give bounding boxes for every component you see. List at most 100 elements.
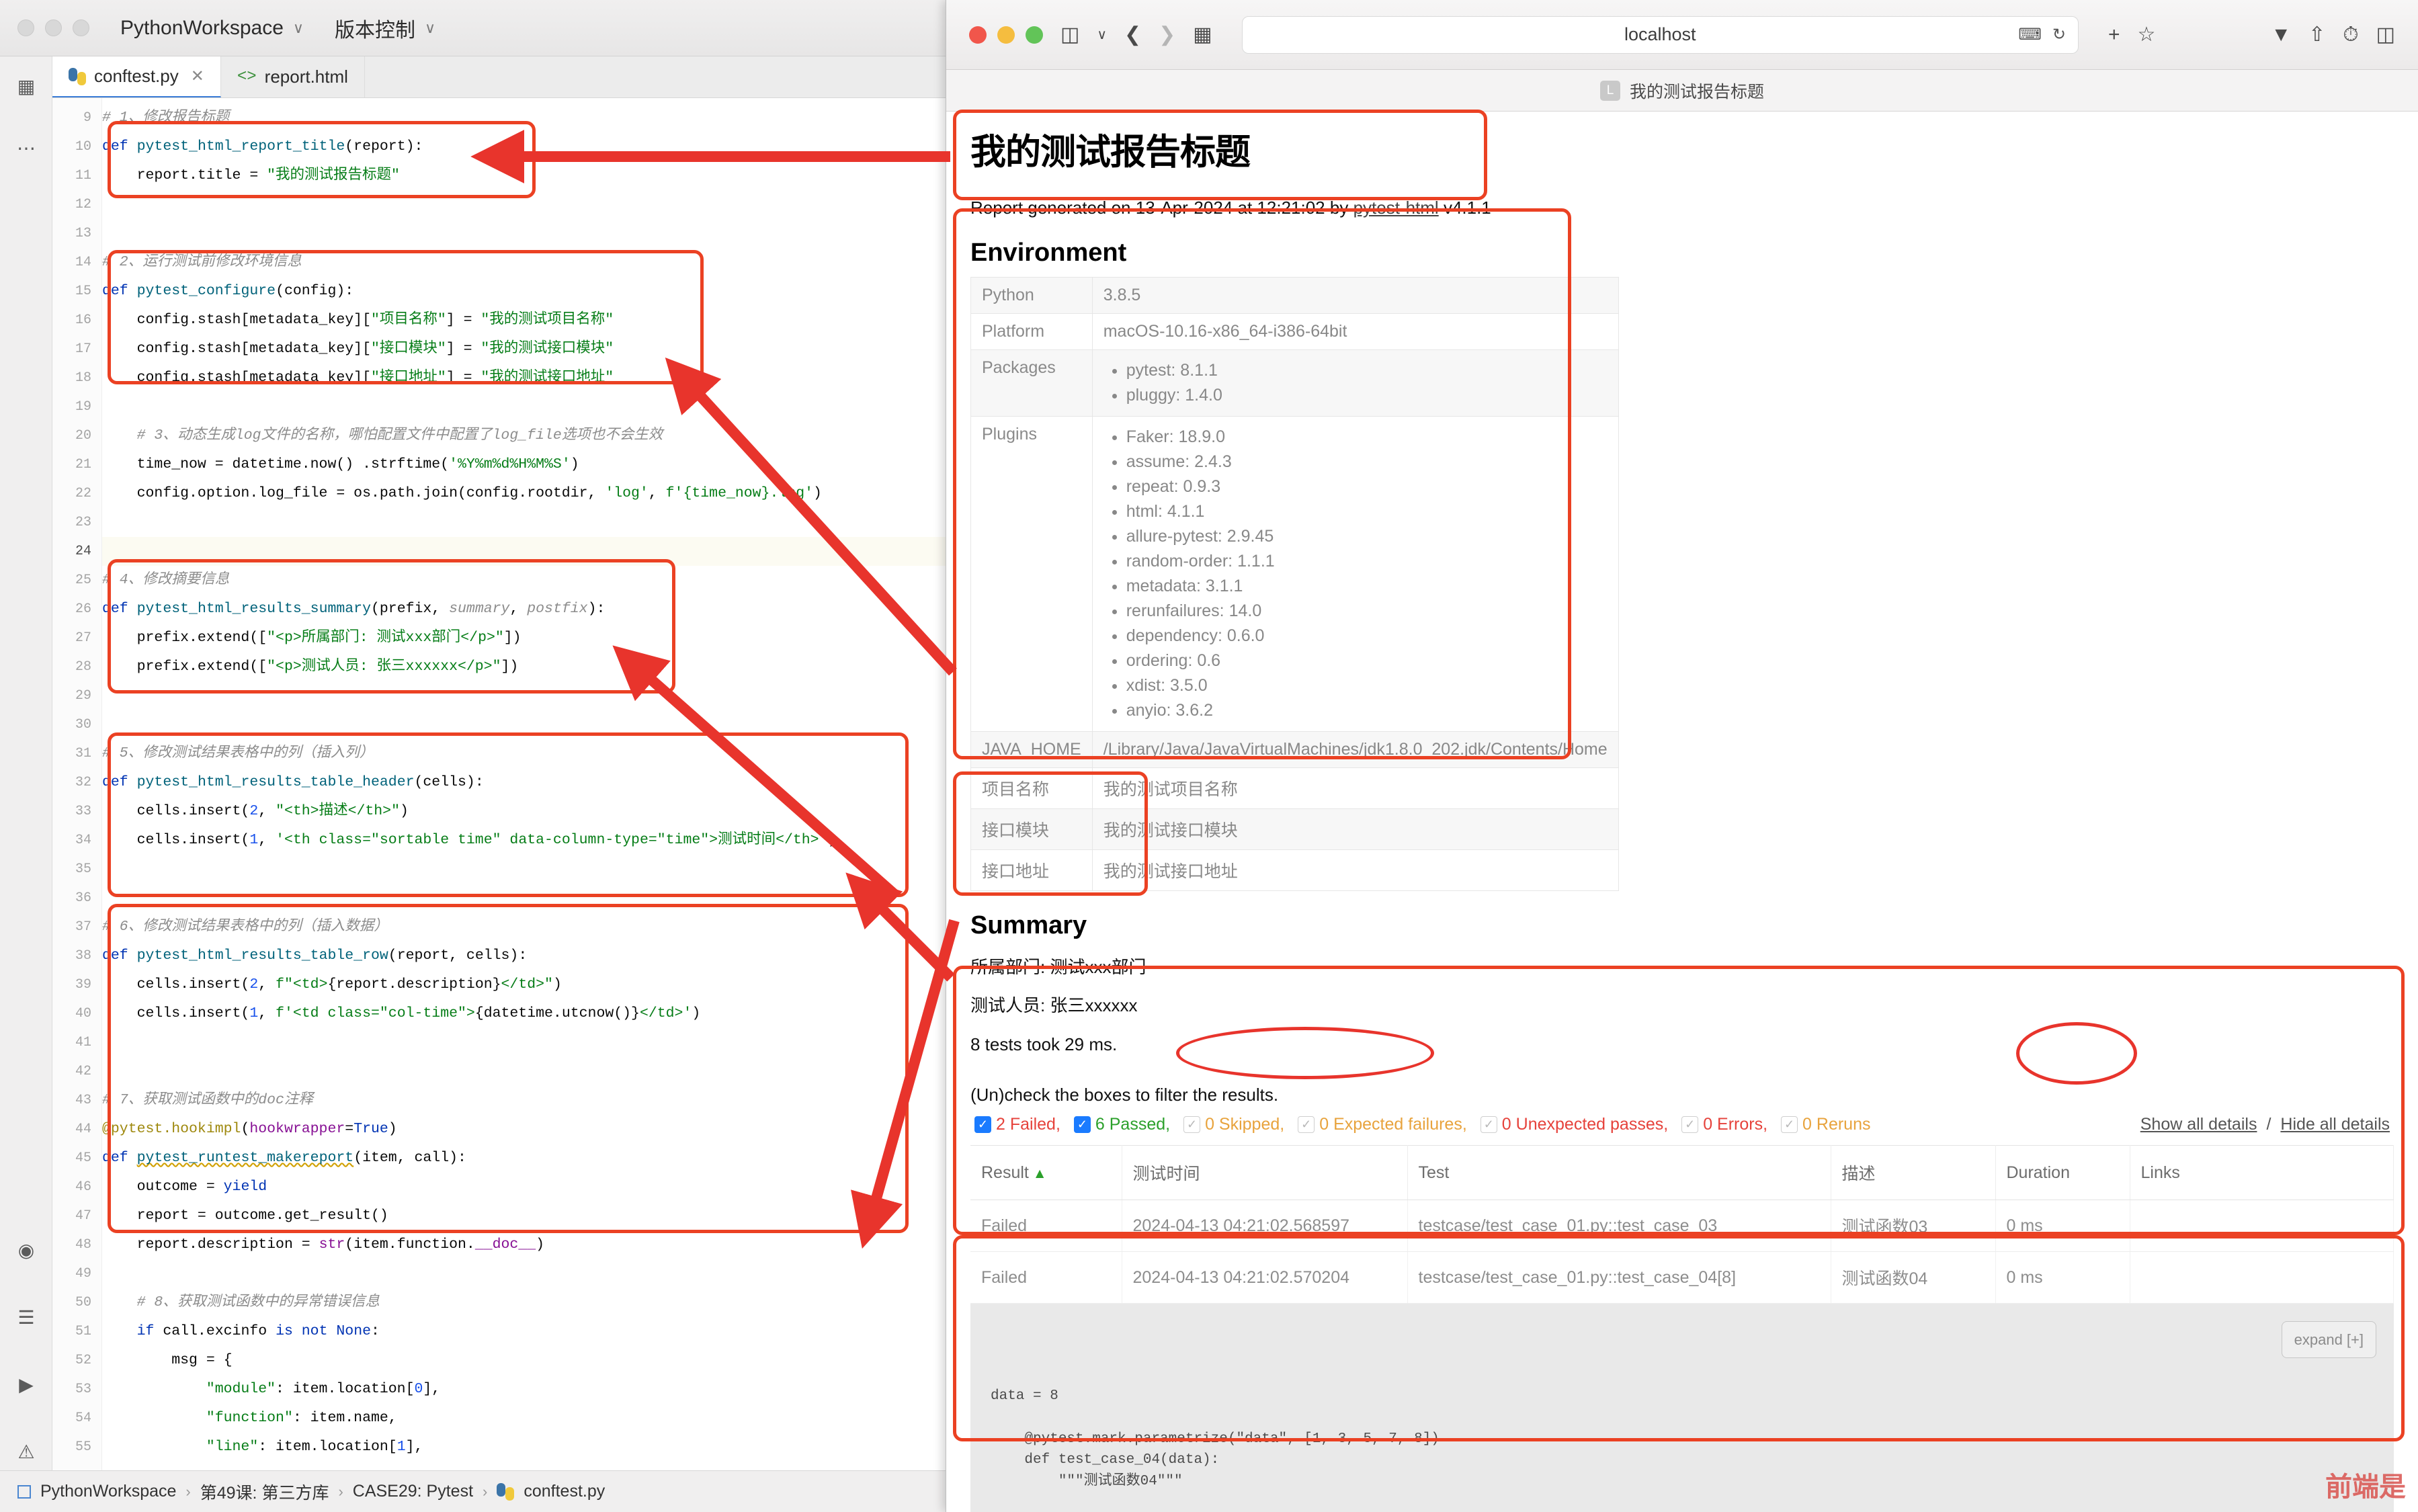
filter-item[interactable]: ✓ 0 Skipped, xyxy=(1183,1115,1284,1134)
project-files-icon[interactable]: ▦ xyxy=(15,75,38,98)
browser-tab-title[interactable]: 我的测试报告标题 xyxy=(1630,79,1764,103)
code-line[interactable]: # 1、修改报告标题 xyxy=(102,103,229,132)
browser-close-icon[interactable] xyxy=(969,26,987,44)
filter-checkbox[interactable]: ✓ xyxy=(1480,1116,1497,1133)
code-line[interactable]: def pytest_html_results_table_row(report… xyxy=(102,941,527,970)
new-tab-icon[interactable]: + xyxy=(2108,24,2120,45)
filter-item[interactable]: ✓ 0 Unexpected passes, xyxy=(1480,1115,1668,1134)
filter-item[interactable]: ✓ 2 Failed, xyxy=(974,1115,1060,1134)
filter-checkbox[interactable]: ✓ xyxy=(974,1116,991,1133)
code-line[interactable]: outcome = yield xyxy=(102,1173,267,1202)
code-line[interactable]: config.stash[metadata_key]["接口模块"] = "我的… xyxy=(102,335,614,364)
details-toggles[interactable]: Show all details / Hide all details xyxy=(2140,1115,2390,1134)
filter-item[interactable]: ✓ 0 Expected failures, xyxy=(1298,1115,1467,1134)
ide-minimize-icon[interactable] xyxy=(45,19,62,36)
column-header[interactable]: Test xyxy=(1407,1145,1831,1200)
code-line[interactable]: def pytest_configure(config): xyxy=(102,277,353,306)
code-line[interactable]: "line": item.location[1], xyxy=(102,1433,423,1462)
code-content[interactable]: # 1、修改报告标题 def pytest_html_report_title(r… xyxy=(102,98,952,1470)
ide-close-icon[interactable] xyxy=(17,19,34,36)
column-header[interactable]: 描述 xyxy=(1831,1145,1996,1200)
code-line[interactable]: msg = { xyxy=(102,1346,232,1375)
column-header[interactable]: Links xyxy=(2130,1145,2394,1200)
breadcrumb-1[interactable]: 第49课: 第三方库 xyxy=(200,1480,329,1504)
code-line[interactable]: cells.insert(1, '<th class="sortable tim… xyxy=(102,826,837,855)
filter-checkbox[interactable]: ✓ xyxy=(1183,1116,1201,1133)
code-line[interactable]: # 7、获取测试函数中的doc注释 xyxy=(102,1086,313,1115)
code-line[interactable]: config.stash[metadata_key]["接口地址"] = "我的… xyxy=(102,364,614,392)
editor-tab-report[interactable]: <> report.html xyxy=(221,56,365,97)
table-row[interactable]: Failed 2024-04-13 04:21:02.570204 testcase… xyxy=(970,1251,2394,1304)
code-line[interactable]: cells.insert(2, "<th>描述</th>") xyxy=(102,797,409,826)
breadcrumb-2[interactable]: CASE29: Pytest xyxy=(353,1482,473,1501)
close-icon[interactable]: ✕ xyxy=(191,67,204,86)
code-line[interactable]: # 5、修改测试结果表格中的列（插入列） xyxy=(102,739,374,768)
run-icon[interactable]: ▶ xyxy=(15,1374,38,1396)
code-line[interactable]: # 4、修改摘要信息 xyxy=(102,566,229,595)
database-icon[interactable]: ☰ xyxy=(15,1306,38,1329)
code-line[interactable]: report.description = str(item.function._… xyxy=(102,1230,544,1259)
address-bar[interactable]: localhost ⌨ ↻ xyxy=(1241,15,2079,54)
code-line[interactable]: report.title = "我的测试报告标题" xyxy=(102,161,400,190)
breadcrumb-0[interactable]: PythonWorkspace xyxy=(40,1482,176,1501)
code-line[interactable]: config.option.log_file = os.path.join(co… xyxy=(102,479,822,508)
code-line[interactable]: # 3、动态生成log文件的名称，哪怕配置文件中配置了log_file选项也不会… xyxy=(102,421,663,450)
code-line[interactable]: def pytest_html_report_title(report): xyxy=(102,132,423,161)
code-line[interactable]: config.stash[metadata_key]["项目名称"] = "我的… xyxy=(102,306,614,335)
code-line[interactable]: "function": item.name, xyxy=(102,1404,397,1433)
more-options-icon[interactable]: ⋯ xyxy=(15,137,38,160)
back-icon[interactable]: ❮ xyxy=(1124,24,1141,45)
problems-icon[interactable]: ⚠ xyxy=(15,1441,38,1464)
history-icon[interactable]: ⏱ xyxy=(2343,24,2358,45)
code-line[interactable]: prefix.extend(["<p>测试人员: 张三xxxxxx</p>"]) xyxy=(102,653,519,681)
browser-maximize-icon[interactable] xyxy=(1026,26,1043,44)
code-line[interactable]: # 8、获取测试函数中的异常错误信息 xyxy=(102,1288,380,1317)
code-line[interactable]: # 6、修改测试结果表格中的列（插入数据） xyxy=(102,913,388,941)
code-line[interactable]: def pytest_runtest_makereport(item, call… xyxy=(102,1144,466,1173)
filter-item[interactable]: ✓ 0 Reruns xyxy=(1781,1115,1871,1134)
code-line[interactable]: def pytest_html_results_table_header(cel… xyxy=(102,768,484,797)
forward-icon[interactable]: ❯ xyxy=(1159,24,1175,45)
filter-checkbox[interactable]: ✓ xyxy=(1073,1116,1091,1133)
code-line[interactable]: cells.insert(1, f'<td class="col-time">{… xyxy=(102,999,701,1028)
column-header[interactable]: Duration xyxy=(1995,1145,2130,1200)
browser-tabbar[interactable]: L 我的测试报告标题 xyxy=(946,70,2418,112)
code-line[interactable]: time_now = datetime.now() .strftime('%Y%… xyxy=(102,450,579,479)
filter-item[interactable]: ✓ 6 Passed, xyxy=(1073,1115,1170,1134)
project-selector[interactable]: PythonWorkspace ∨ xyxy=(120,17,304,40)
pytest-html-link[interactable]: pytest-html xyxy=(1353,198,1439,218)
code-line[interactable]: # 2、运行测试前修改环境信息 xyxy=(102,248,302,277)
ide-left-toolbar[interactable]: ▦ ⋯ ◉ ☰ ▶ ⚠ ⚭ xyxy=(0,56,52,1493)
reload-icon[interactable]: ↻ xyxy=(2052,25,2066,44)
filter-checkbox[interactable]: ✓ xyxy=(1681,1116,1699,1133)
code-line[interactable]: prefix.extend(["<p>所属部门: 测试xxx部门</p>"]) xyxy=(102,624,522,653)
code-editor[interactable]: # 1、修改报告标题 def pytest_html_report_title(r… xyxy=(52,98,952,1470)
code-line[interactable]: @pytest.hookimpl(hookwrapper=True) xyxy=(102,1115,397,1144)
breadcrumb-3[interactable]: conftest.py xyxy=(524,1482,605,1501)
translate-icon[interactable]: ⌨ xyxy=(2018,25,2042,44)
results-table[interactable]: Result ▲ 测试时间 Test 描述 Duration Links Failed 20… xyxy=(970,1145,2394,1304)
hide-all-details-link[interactable]: Hide all details xyxy=(2280,1115,2390,1134)
chevron-down-icon[interactable]: ∨ xyxy=(1097,28,1107,42)
filter-checkbox[interactable]: ✓ xyxy=(1781,1116,1798,1133)
column-header[interactable]: Result ▲ xyxy=(970,1145,1122,1200)
filter-bar[interactable]: ✓ 2 Failed, ✓ 6 Passed, ✓ 0 Skipped, ✓ 0 Expect… xyxy=(970,1105,2394,1145)
filter-item[interactable]: ✓ 0 Errors, xyxy=(1681,1115,1767,1134)
code-line[interactable]: if call.excinfo is not None: xyxy=(102,1317,380,1346)
code-line[interactable]: "module": item.location[0], xyxy=(102,1375,440,1404)
tab-overview-icon[interactable]: ▦ xyxy=(1193,24,1212,45)
ide-maximize-icon[interactable] xyxy=(73,19,89,36)
sidebar-icon[interactable]: ◫ xyxy=(1060,24,1079,45)
vcs-selector[interactable]: 版本控制 ∨ xyxy=(335,13,435,43)
column-header[interactable]: 测试时间 xyxy=(1122,1145,1408,1200)
show-all-details-link[interactable]: Show all details xyxy=(2140,1115,2257,1134)
code-line[interactable]: report = outcome.get_result() xyxy=(102,1202,388,1230)
expand-button[interactable]: expand [+] xyxy=(2281,1321,2376,1359)
bookmark-icon[interactable]: ☆ xyxy=(2137,24,2155,45)
code-line[interactable]: def pytest_html_results_summary(prefix, … xyxy=(102,595,605,624)
results-header-row[interactable]: Result ▲ 测试时间 Test 描述 Duration Links xyxy=(970,1145,2394,1200)
share-icon[interactable]: ⇧ xyxy=(2308,24,2325,45)
python-packages-icon[interactable]: ◉ xyxy=(15,1239,38,1262)
browser-window-controls[interactable] xyxy=(969,26,1043,44)
table-row[interactable]: Failed 2024-04-13 04:21:02.568597 testcase… xyxy=(970,1200,2394,1252)
